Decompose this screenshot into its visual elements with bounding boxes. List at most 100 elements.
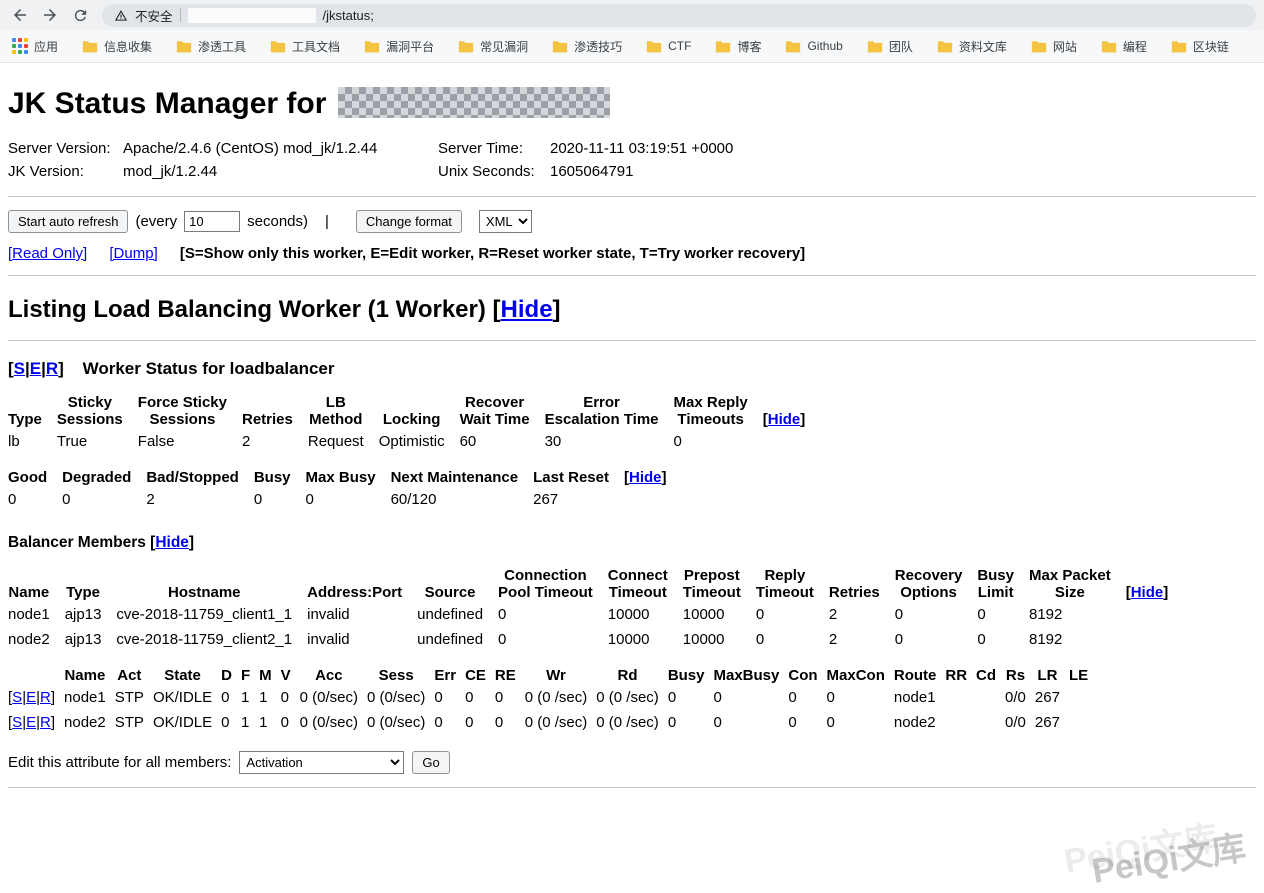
hide-lb-section-link[interactable]: Hide (501, 296, 553, 323)
legend-text: [S=Show only this worker, E=Edit worker,… (180, 245, 805, 262)
col-header: Good (8, 468, 62, 487)
read-only-link[interactable]: [Read Only] (8, 245, 87, 262)
table-cell: 267 (533, 487, 624, 512)
edit-member-link[interactable]: E (26, 714, 36, 731)
table-cell: node2 (8, 627, 65, 652)
table-cell: invalid (307, 627, 417, 652)
dump-link[interactable]: [Dump] (109, 245, 157, 262)
table-cell: 0 (977, 627, 1029, 652)
edit-worker-link[interactable]: E (30, 359, 41, 378)
bookmark-folder[interactable]: 网站 (1031, 38, 1077, 55)
attribute-select[interactable]: Activation (239, 751, 404, 774)
col-header: Busy (668, 666, 714, 685)
bookmark-folder[interactable]: 漏洞平台 (364, 38, 434, 55)
table-cell (976, 710, 1005, 735)
table-cell: 0 (0 /sec) (525, 710, 597, 735)
table-header-row: Name Act State D F M V Acc Sess Err CE R… (8, 666, 1097, 685)
server-time-value: 2020-11-11 03:19:51 +0000 (550, 137, 733, 160)
divider (8, 787, 1256, 788)
table-cell (945, 710, 976, 735)
table-cell: Optimistic (379, 429, 460, 454)
folder-icon (785, 40, 801, 53)
bookmark-folder[interactable]: 博客 (715, 38, 761, 55)
table-cell: 0 (0 /sec) (525, 685, 597, 710)
table-cell: 0 (756, 627, 829, 652)
server-version-value: Apache/2.4.6 (CentOS) mod_jk/1.2.44 (123, 137, 438, 160)
table-cell: node1 (894, 685, 946, 710)
hide-members-config-link[interactable]: Hide (1131, 584, 1164, 601)
bookmark-folder[interactable]: 资料文库 (937, 38, 1007, 55)
folder-icon (1031, 40, 1047, 53)
col-header: Acc (300, 666, 367, 685)
bookmark-folder[interactable]: Github (785, 39, 842, 53)
col-header: Max Busy (306, 468, 391, 487)
show-member-link[interactable]: S (12, 689, 22, 706)
bookmark-folder[interactable]: 编程 (1101, 38, 1147, 55)
col-header: Max Reply Timeouts (674, 393, 763, 429)
balancer-members-heading: Balancer Members [Hide] (8, 534, 1256, 552)
members-heading-text: Balancer Members (8, 534, 146, 551)
table-cell (1069, 710, 1097, 735)
lb-config-table: Type Sticky Sessions Force Sticky Sessio… (8, 393, 820, 454)
bookmark-folder[interactable]: CTF (646, 39, 691, 53)
table-cell: 0 (756, 602, 829, 627)
folder-icon (176, 40, 192, 53)
col-header: MaxCon (827, 666, 894, 685)
col-header: Wr (525, 666, 597, 685)
change-format-button[interactable]: Change format (356, 210, 462, 233)
reset-member-link[interactable]: R (40, 714, 51, 731)
bookmark-label: CTF (668, 39, 691, 53)
show-member-link[interactable]: S (12, 714, 22, 731)
table-cell (976, 685, 1005, 710)
members-config-table: Name Type Hostname Address:Port Source C… (8, 566, 1183, 652)
folder-icon (1171, 40, 1187, 53)
col-header: Name (64, 666, 115, 685)
start-auto-refresh-button[interactable]: Start auto refresh (8, 210, 128, 233)
edit-member-link[interactable]: E (26, 689, 36, 706)
bookmark-folder[interactable]: 渗透工具 (176, 38, 246, 55)
reset-worker-link[interactable]: R (46, 359, 58, 378)
col-header: Err (434, 666, 465, 685)
ser-links: [S|E|R] (8, 359, 64, 378)
go-button[interactable]: Go (412, 751, 449, 774)
back-button[interactable] (8, 3, 32, 27)
edit-attribute-row: Edit this attribute for all members: Act… (8, 751, 1256, 774)
col-header: Recovery Options (895, 566, 978, 602)
bookmark-folder[interactable]: 常见漏洞 (458, 38, 528, 55)
forward-button[interactable] (38, 3, 62, 27)
table-cell: lb (8, 429, 57, 454)
bookmark-folder[interactable]: 信息收集 (82, 38, 152, 55)
table-cell: 0 (668, 685, 714, 710)
hide-lb-config-link[interactable]: Hide (768, 411, 801, 428)
refresh-button[interactable] (68, 3, 92, 27)
bookmark-label: 工具文档 (292, 38, 340, 55)
col-header-hide: [Hide] (763, 393, 821, 429)
col-header: MaxBusy (714, 666, 789, 685)
table-cell: False (138, 429, 242, 454)
reset-member-link[interactable]: R (40, 689, 51, 706)
table-cell: 8192 (1029, 602, 1126, 627)
refresh-interval-input[interactable] (184, 211, 240, 232)
col-header: V (281, 666, 300, 685)
table-cell: 0 (498, 602, 608, 627)
show-worker-link[interactable]: S (14, 359, 25, 378)
hide-lb-summary-link[interactable]: Hide (629, 469, 662, 486)
table-cell: node2 (64, 710, 115, 735)
bookmark-folder[interactable]: 区块链 (1171, 38, 1229, 55)
table-cell: 0 (0/sec) (367, 685, 434, 710)
hide-members-link[interactable]: Hide (155, 534, 189, 551)
address-bar[interactable]: 不安全 /jkstatus; (102, 4, 1256, 27)
apps-shortcut[interactable]: 应用 (12, 38, 58, 55)
bookmark-folder[interactable]: 团队 (867, 38, 913, 55)
bracket: ] (189, 534, 194, 551)
folder-icon (867, 40, 883, 53)
table-cell: 0 (895, 602, 978, 627)
bookmark-folder[interactable]: 工具文档 (270, 38, 340, 55)
format-select[interactable]: XML (479, 210, 532, 233)
browser-toolbar: 不安全 /jkstatus; (0, 0, 1264, 30)
table-cell: node1 (8, 602, 65, 627)
table-cell: 10000 (608, 602, 683, 627)
address-separator (180, 8, 181, 22)
bracket: ] (51, 714, 55, 731)
bookmark-folder[interactable]: 渗透技巧 (552, 38, 622, 55)
